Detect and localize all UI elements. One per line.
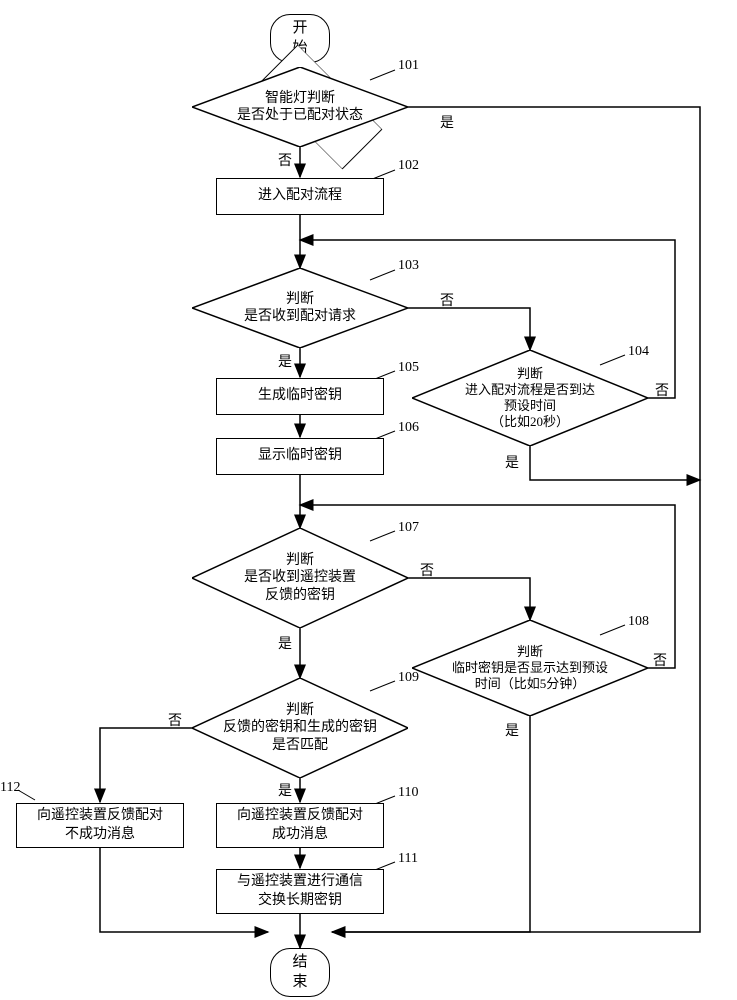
d104-l4: （比如20秒） bbox=[491, 414, 569, 430]
decision-104: 判断 进入配对流程是否到达 预设时间 （比如20秒） bbox=[412, 350, 648, 446]
d101-l1: 智能灯判断 bbox=[265, 90, 335, 108]
decision-103: 判断 是否收到配对请求 bbox=[192, 268, 408, 348]
d104-l1: 判断 bbox=[517, 366, 543, 382]
step-num-102: 102 bbox=[398, 158, 419, 174]
r112-l2: 不成功消息 bbox=[65, 826, 135, 844]
edge-107-no: 否 bbox=[420, 560, 434, 580]
decision-101: 智能灯判断 是否处于已配对状态 bbox=[192, 67, 408, 147]
r110-l2: 成功消息 bbox=[272, 826, 328, 844]
decision-109: 判断 反馈的密钥和生成的密钥 是否匹配 bbox=[192, 678, 408, 778]
d108-l3: 时间（比如5分钟） bbox=[475, 676, 586, 692]
d108-l2: 临时密钥是否显示达到预设 bbox=[452, 660, 608, 676]
r111-l2: 交换长期密钥 bbox=[258, 892, 342, 910]
step-num-111: 111 bbox=[398, 851, 418, 867]
r102-text: 进入配对流程 bbox=[258, 187, 342, 205]
process-105: 生成临时密钥 bbox=[216, 378, 384, 415]
d108-l1: 判断 bbox=[517, 644, 543, 660]
edge-104-yes: 是 bbox=[505, 452, 519, 472]
d109-l2: 反馈的密钥和生成的密钥 bbox=[223, 719, 377, 737]
d107-l1: 判断 bbox=[286, 552, 314, 570]
step-num-110: 110 bbox=[398, 785, 418, 801]
process-106: 显示临时密钥 bbox=[216, 438, 384, 475]
edge-103-no: 否 bbox=[440, 290, 454, 310]
d104-l2: 进入配对流程是否到达 bbox=[465, 382, 595, 398]
r105-text: 生成临时密钥 bbox=[258, 387, 342, 405]
decision-107: 判断 是否收到遥控装置 反馈的密钥 bbox=[192, 528, 408, 628]
edge-107-yes: 是 bbox=[278, 633, 292, 653]
edge-109-no: 否 bbox=[168, 710, 182, 730]
d107-l3: 反馈的密钥 bbox=[265, 587, 335, 605]
decision-108: 判断 临时密钥是否显示达到预设 时间（比如5分钟） bbox=[412, 620, 648, 716]
d109-l3: 是否匹配 bbox=[272, 737, 328, 755]
r112-l1: 向遥控装置反馈配对 bbox=[37, 807, 163, 825]
edge-109-yes: 是 bbox=[278, 780, 292, 800]
edge-104-no: 否 bbox=[655, 380, 669, 400]
edge-108-no: 否 bbox=[653, 650, 667, 670]
process-111: 与遥控装置进行通信 交换长期密钥 bbox=[216, 869, 384, 914]
d103-l1: 判断 bbox=[286, 291, 314, 309]
d103-l2: 是否收到配对请求 bbox=[244, 308, 356, 326]
edge-101-yes: 是 bbox=[440, 112, 454, 132]
edge-108-yes: 是 bbox=[505, 720, 519, 740]
r110-l1: 向遥控装置反馈配对 bbox=[237, 807, 363, 825]
arrows bbox=[0, 0, 737, 1000]
step-num-112: 112 bbox=[0, 780, 20, 796]
edge-101-no: 否 bbox=[278, 150, 292, 170]
r106-text: 显示临时密钥 bbox=[258, 447, 342, 465]
edge-103-yes: 是 bbox=[278, 351, 292, 371]
process-112: 向遥控装置反馈配对 不成功消息 bbox=[16, 803, 184, 848]
d109-l1: 判断 bbox=[286, 702, 314, 720]
r111-l1: 与遥控装置进行通信 bbox=[237, 873, 363, 891]
d104-l3: 预设时间 bbox=[504, 398, 556, 414]
terminator-end: 结束 bbox=[270, 948, 330, 997]
process-102: 进入配对流程 bbox=[216, 178, 384, 215]
d107-l2: 是否收到遥控装置 bbox=[244, 569, 356, 587]
end-label: 结束 bbox=[289, 953, 311, 992]
process-110: 向遥控装置反馈配对 成功消息 bbox=[216, 803, 384, 848]
d101-l2: 是否处于已配对状态 bbox=[237, 107, 363, 125]
